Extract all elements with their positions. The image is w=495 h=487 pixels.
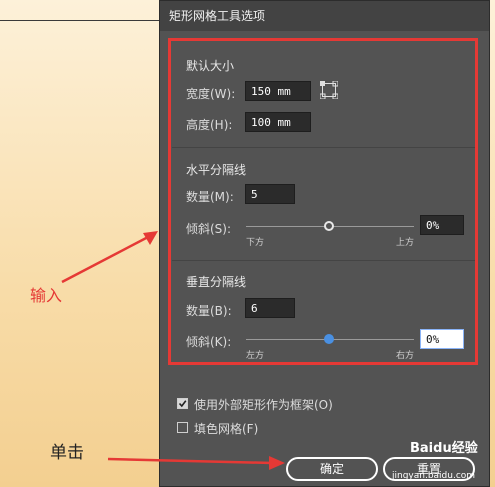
click-arrow bbox=[107, 457, 273, 465]
annotation-arrows bbox=[61, 231, 285, 470]
click-arrow-head bbox=[269, 456, 285, 470]
click-annotation: 单击 bbox=[50, 443, 84, 463]
input-arrow bbox=[61, 234, 151, 284]
input-annotation: 输入 bbox=[30, 286, 63, 305]
